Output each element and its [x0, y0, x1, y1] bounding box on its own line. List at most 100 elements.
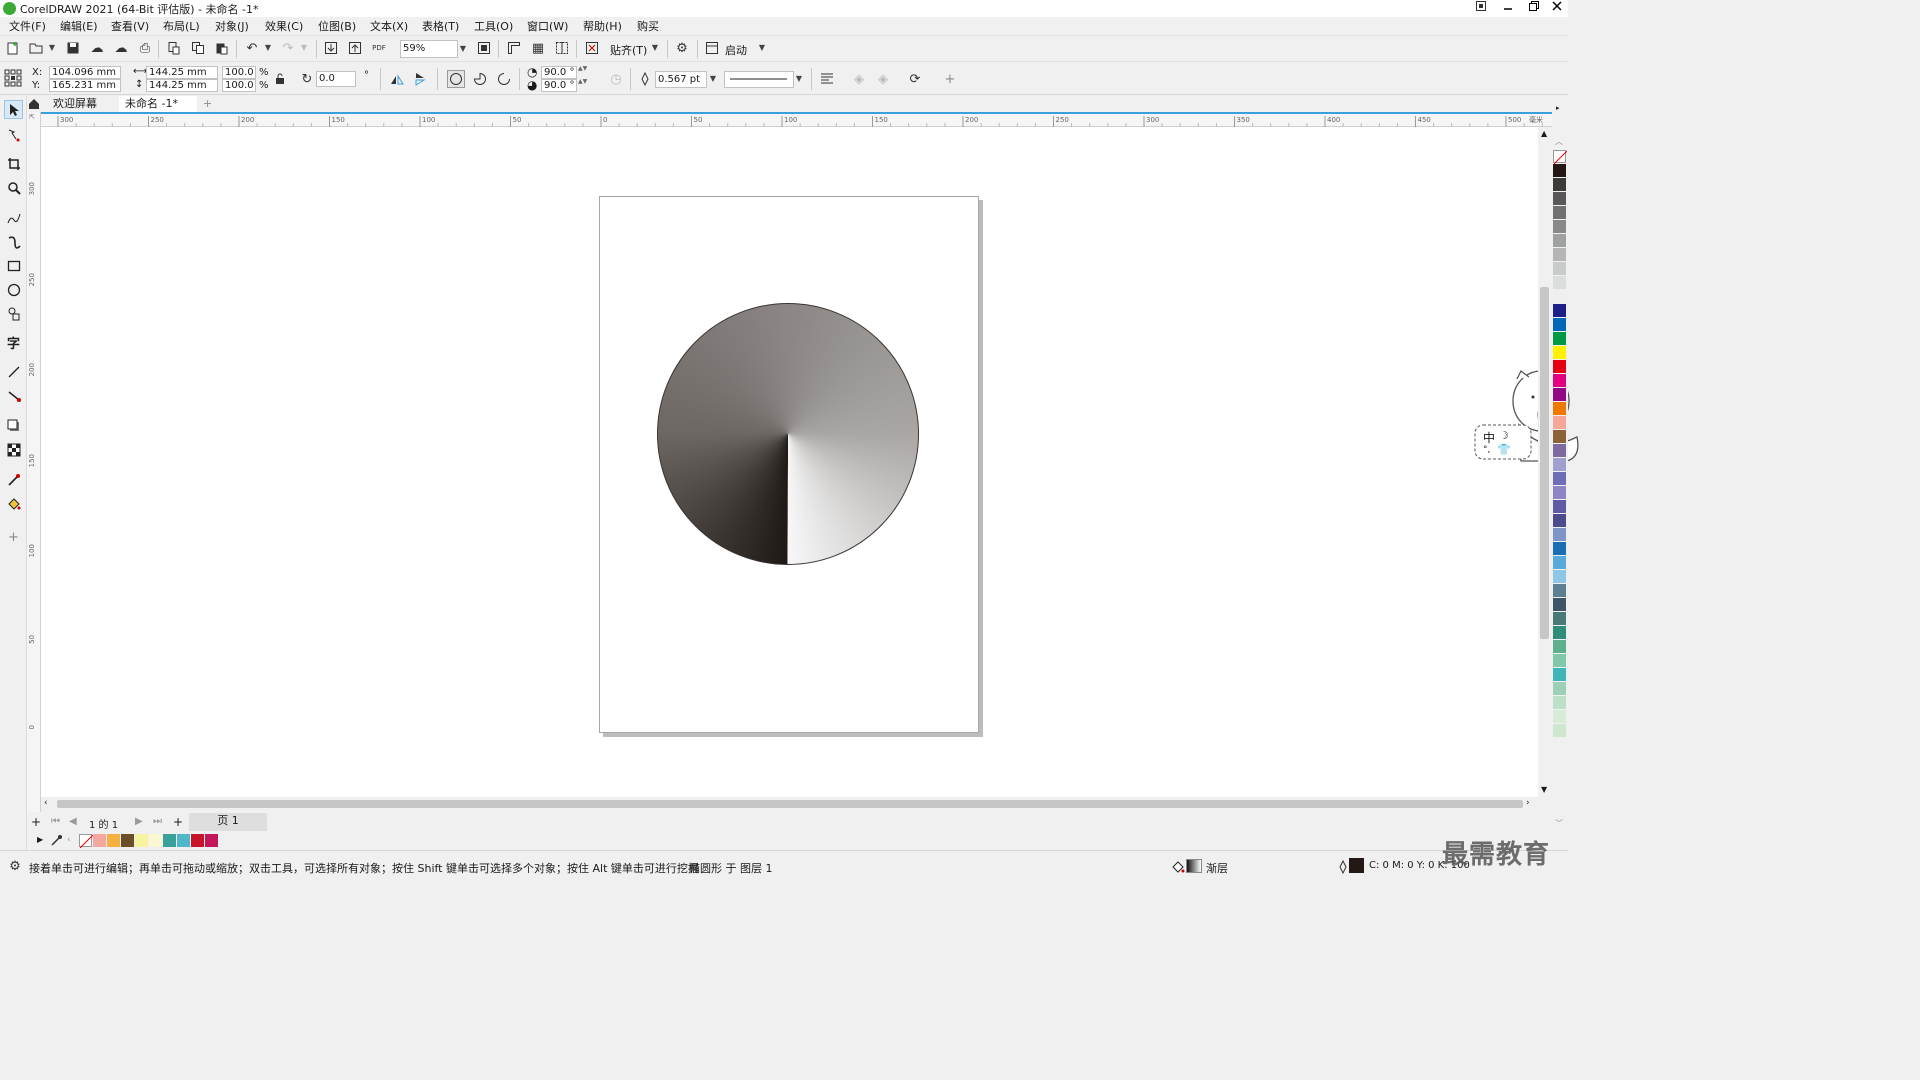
palette-color-swatch[interactable] [1553, 276, 1566, 289]
line-style-field[interactable] [724, 71, 794, 88]
open-folder-icon[interactable] [27, 39, 45, 57]
start-angle-field[interactable]: 90.0 ° [541, 66, 577, 79]
outline-color-swatch[interactable] [1349, 858, 1364, 873]
menu-bitmaps[interactable]: 位图(B) [318, 18, 356, 34]
print-icon[interactable]: ⎙ [136, 39, 154, 57]
freehand-tool-icon[interactable] [4, 208, 23, 227]
arc-shape-icon[interactable] [495, 70, 513, 88]
palette-color-swatch[interactable] [1553, 528, 1566, 541]
add-property-icon[interactable]: + [941, 70, 959, 88]
connector-tool-icon[interactable] [4, 386, 23, 405]
document-color-swatch[interactable] [149, 834, 162, 847]
snap-dropdown-icon[interactable]: ▼ [649, 39, 661, 57]
scale-x-field[interactable]: 100.0 [222, 66, 256, 79]
palette-color-swatch[interactable] [1553, 430, 1566, 443]
x-position-field[interactable]: 104.096 mm [49, 66, 121, 79]
palette-color-swatch[interactable] [1553, 710, 1566, 723]
palette-color-swatch[interactable] [1553, 472, 1566, 485]
restore-window-icon[interactable] [1468, 0, 1494, 17]
horizontal-scrollbar[interactable]: ‹ › [41, 797, 1538, 811]
menu-edit[interactable]: 编辑(E) [60, 18, 98, 34]
palette-color-swatch[interactable] [1553, 234, 1566, 247]
palette-color-swatch[interactable] [1553, 514, 1566, 527]
palette-color-swatch[interactable] [1553, 164, 1566, 177]
menu-buy[interactable]: 购买 [637, 18, 659, 34]
convert-to-curves-icon[interactable]: ⟳ [906, 70, 924, 88]
new-document-icon[interactable] [4, 39, 22, 57]
close-button[interactable] [1544, 0, 1570, 17]
scroll-right-icon[interactable]: › [1526, 798, 1530, 808]
last-page-icon[interactable]: ⏭ [153, 816, 162, 827]
palette-color-swatch[interactable] [1553, 178, 1566, 191]
menu-tools[interactable]: 工具(O) [474, 18, 513, 34]
palette-color-swatch[interactable] [1553, 318, 1566, 331]
width-field[interactable]: 144.25 mm [146, 66, 218, 79]
next-page-icon[interactable]: ▶ [135, 816, 143, 827]
pick-tool-icon[interactable] [4, 100, 23, 119]
palette-color-swatch[interactable] [1553, 696, 1566, 709]
palette-color-swatch[interactable] [1553, 654, 1566, 667]
scroll-up-icon[interactable]: ▲ [1541, 129, 1547, 138]
palette-color-swatch[interactable] [1553, 500, 1566, 513]
drop-shadow-tool-icon[interactable] [4, 416, 23, 435]
undo-dropdown-icon[interactable]: ▼ [262, 39, 274, 57]
palette-color-swatch[interactable] [1553, 598, 1566, 611]
pie-shape-icon[interactable] [471, 70, 489, 88]
palette-color-swatch[interactable] [1553, 570, 1566, 583]
palette-expand-icon[interactable]: ▶ [37, 835, 43, 844]
menu-table[interactable]: 表格(T) [422, 18, 459, 34]
interactive-fill-tool-icon[interactable] [4, 494, 23, 513]
redo-dropdown-icon[interactable]: ▼ [298, 39, 310, 57]
palette-color-swatch[interactable] [1553, 374, 1566, 387]
home-icon[interactable] [27, 95, 41, 113]
ime-shirt-icon[interactable]: 👕 [1497, 443, 1511, 456]
zoom-level-field[interactable]: 59% [400, 40, 458, 58]
palette-color-swatch[interactable] [1553, 458, 1566, 471]
palette-color-swatch[interactable] [1553, 612, 1566, 625]
tab-welcome-screen[interactable]: 欢迎屏幕 [47, 96, 103, 112]
palette-color-swatch[interactable] [1553, 220, 1566, 233]
menu-view[interactable]: 查看(V) [111, 18, 149, 34]
palette-color-swatch[interactable] [1553, 416, 1566, 429]
copy-icon[interactable] [189, 39, 207, 57]
horizontal-scroll-thumb[interactable] [57, 800, 1523, 808]
add-tool-icon[interactable]: + [4, 528, 23, 547]
ellipse-shape-icon[interactable] [447, 70, 465, 88]
vertical-scrollbar[interactable]: ▲ ▼ [1538, 127, 1552, 797]
palette-color-swatch[interactable] [1553, 388, 1566, 401]
snap-to-menu[interactable]: 贴齐(T) [610, 42, 647, 58]
palette-color-swatch[interactable] [1553, 640, 1566, 653]
document-color-swatch[interactable] [205, 834, 218, 847]
palette-color-swatch[interactable] [1553, 682, 1566, 695]
scale-y-field[interactable]: 100.0 [222, 79, 256, 92]
snap-off-icon[interactable] [583, 39, 601, 57]
redo-icon[interactable]: ↷ [279, 39, 297, 57]
end-angle-spinner[interactable]: ▲▼ [578, 78, 587, 85]
options-gear-icon[interactable]: ⚙ [673, 39, 691, 57]
document-color-swatch[interactable] [107, 834, 120, 847]
palette-color-swatch[interactable] [1553, 192, 1566, 205]
new-tab-plus-icon[interactable]: + [199, 96, 215, 112]
vertical-ruler[interactable]: ⇱ 30025020015010050050 [27, 112, 41, 824]
ruler-origin-icon[interactable]: ⇱ [29, 113, 35, 121]
palette-color-swatch[interactable] [1553, 346, 1566, 359]
lock-ratio-icon[interactable] [271, 70, 289, 88]
palette-color-swatch[interactable] [1553, 332, 1566, 345]
ime-punctuation-icon[interactable]: °, [1483, 445, 1490, 455]
drawing-canvas[interactable]: 中 ☽ °, 👕 [41, 127, 1579, 797]
palette-color-swatch[interactable] [1553, 304, 1566, 317]
shape-tool-icon[interactable] [4, 125, 23, 144]
to-front-icon[interactable]: ◈ [850, 70, 868, 88]
import-icon[interactable] [322, 39, 340, 57]
paste-icon[interactable] [213, 39, 231, 57]
launch-dropdown-icon[interactable]: ▼ [756, 39, 768, 57]
palette-scroll-up-icon[interactable]: ︿ [1555, 136, 1563, 147]
palette-color-swatch[interactable] [1553, 556, 1566, 569]
status-settings-gear-icon[interactable]: ⚙ [6, 857, 24, 875]
menu-help[interactable]: 帮助(H) [583, 18, 622, 34]
open-dropdown-icon[interactable]: ▼ [46, 39, 58, 57]
palette-color-swatch[interactable] [1553, 262, 1566, 275]
previous-page-icon[interactable]: ◀ [69, 816, 77, 827]
ime-moon-icon[interactable]: ☽ [1499, 429, 1509, 442]
add-page-before-icon[interactable]: + [31, 815, 41, 829]
